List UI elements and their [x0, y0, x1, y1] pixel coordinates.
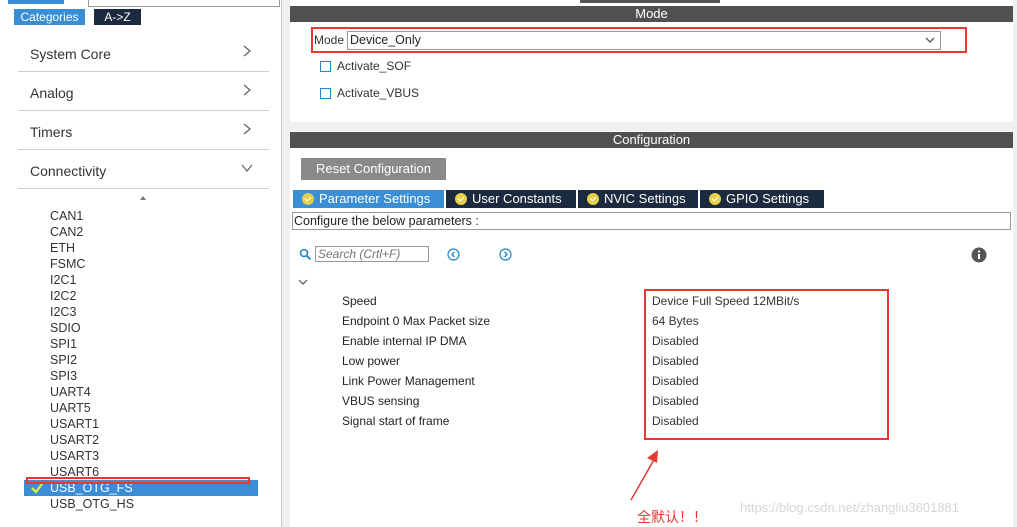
category-connectivity[interactable]: Connectivity	[18, 150, 269, 189]
category-timers[interactable]: Timers	[18, 111, 269, 150]
peripheral-item[interactable]: I2C2	[50, 288, 76, 304]
chevron-down-icon	[241, 164, 253, 173]
peripheral-item[interactable]: SPI2	[50, 352, 77, 368]
category-label: System Core	[30, 46, 111, 62]
parameter-name: Signal start of frame	[342, 414, 450, 428]
peripheral-item[interactable]: I2C1	[50, 272, 76, 288]
peripheral-item[interactable]: ETH	[50, 240, 75, 256]
scroll-up-icon[interactable]	[138, 193, 148, 203]
mode-top-stub	[580, 0, 720, 3]
activate-sof-checkbox[interactable]	[320, 61, 331, 72]
check-circle-icon	[709, 193, 721, 205]
parameter-name: Enable internal IP DMA	[342, 334, 467, 348]
tab-label: Parameter Settings	[319, 191, 431, 206]
watermark: https://blog.csdn.net/zhangliu3601881	[740, 500, 960, 515]
reset-configuration-button[interactable]: Reset Configuration	[301, 158, 446, 180]
next-arrow-icon[interactable]	[499, 248, 512, 261]
peripheral-item[interactable]: USART2	[50, 432, 99, 448]
peripheral-item[interactable]: SDIO	[50, 320, 81, 336]
collapse-chevron-icon[interactable]	[297, 277, 309, 287]
peripheral-item[interactable]: USB_OTG_HS	[50, 496, 134, 512]
activate-sof-label: Activate_SOF	[337, 59, 412, 73]
check-circle-icon	[455, 193, 467, 205]
tab-parameter-settings[interactable]: Parameter Settings	[293, 190, 444, 208]
left-panel: Categories A->Z System Core Analog Timer…	[0, 0, 282, 527]
highlight-box-usb-otg-fs	[26, 477, 250, 484]
chevron-right-icon	[243, 123, 252, 135]
peripheral-item[interactable]: FSMC	[50, 256, 85, 272]
peripheral-item[interactable]: UART5	[50, 400, 91, 416]
mode-panel: Mode Mode Device_Only Activate_SOF Activ…	[290, 0, 1013, 122]
category-system-core[interactable]: System Core	[18, 33, 269, 72]
configuration-header: Configuration	[290, 132, 1013, 148]
tab-a-to-z[interactable]: A->Z	[94, 9, 141, 25]
peripheral-item[interactable]: USART1	[50, 416, 99, 432]
peripheral-item[interactable]: CAN1	[50, 208, 83, 224]
annotation-text: 全默认！！	[637, 509, 707, 525]
peripheral-item[interactable]: CAN2	[50, 224, 83, 240]
activate-vbus-label: Activate_VBUS	[337, 86, 420, 100]
category-label: Timers	[30, 124, 73, 140]
top-scroll-stub	[8, 0, 64, 4]
highlight-box-mode	[311, 27, 967, 53]
chevron-right-icon	[243, 45, 252, 57]
arrow-annotation-icon	[630, 450, 658, 501]
peripheral-item[interactable]: UART4	[50, 384, 91, 400]
activate-vbus-checkbox[interactable]	[320, 88, 331, 99]
tab-categories[interactable]: Categories	[14, 9, 85, 25]
chevron-right-icon	[243, 84, 252, 96]
configure-text-box: Configure the below parameters :	[292, 212, 1011, 230]
check-circle-icon	[302, 193, 314, 205]
tab-label: User Constants	[472, 191, 562, 206]
previous-arrow-icon[interactable]	[447, 248, 460, 261]
info-icon[interactable]	[971, 247, 987, 263]
check-circle-icon	[587, 193, 599, 205]
highlight-box-parameters	[644, 289, 889, 440]
peripheral-item[interactable]: USART3	[50, 448, 99, 464]
parameter-name: Endpoint 0 Max Packet size	[342, 314, 491, 328]
parameter-name: Low power	[342, 354, 401, 368]
category-analog[interactable]: Analog	[18, 72, 269, 111]
parameter-name: VBUS sensing	[342, 394, 420, 408]
category-label: Analog	[30, 85, 74, 101]
category-label: Connectivity	[30, 163, 107, 179]
tab-gpio-settings[interactable]: GPIO Settings	[700, 190, 824, 208]
tab-label: NVIC Settings	[604, 191, 686, 206]
search-field[interactable]	[88, 0, 280, 7]
search-icon	[299, 248, 312, 261]
tab-label: GPIO Settings	[726, 191, 810, 206]
parameter-name: Link Power Management	[342, 374, 475, 388]
mode-header: Mode	[290, 6, 1013, 22]
peripheral-item[interactable]: SPI1	[50, 336, 77, 352]
peripheral-item[interactable]: SPI3	[50, 368, 77, 384]
parameter-search-input[interactable]	[315, 246, 429, 262]
configure-text: Configure the below parameters :	[294, 214, 479, 228]
tab-user-constants[interactable]: User Constants	[446, 190, 576, 208]
parameter-name: Speed	[342, 294, 377, 308]
peripheral-item[interactable]: I2C3	[50, 304, 76, 320]
tab-nvic-settings[interactable]: NVIC Settings	[578, 190, 698, 208]
